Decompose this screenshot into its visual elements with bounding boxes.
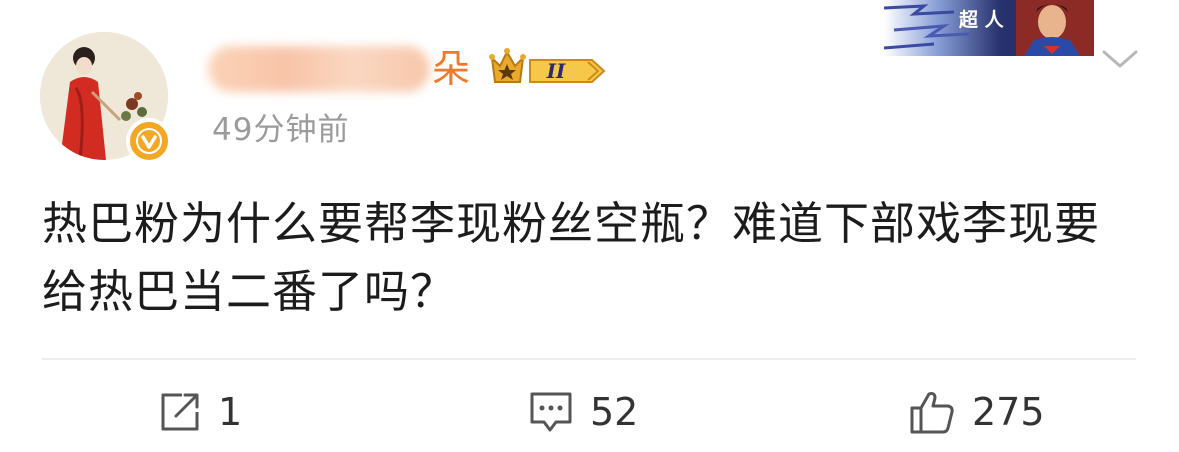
divider: [42, 358, 1136, 360]
share-icon: [161, 393, 199, 431]
member-level-badge[interactable]: II: [488, 44, 608, 90]
username-suffix[interactable]: 朵: [432, 46, 470, 92]
comment-button[interactable]: 52: [528, 386, 638, 438]
level-text: II: [546, 59, 566, 83]
post-text: 热巴粉为什么要帮李现粉丝空瓶？难道下部戏李现要给热巴当二番了吗？: [42, 197, 1101, 318]
superman-banner-image: 超 人: [884, 0, 1094, 56]
repost-button[interactable]: 1: [158, 386, 242, 438]
comment-count: 52: [590, 390, 639, 434]
verified-badge-icon: [126, 118, 172, 164]
card-decoration-banner[interactable]: 超 人: [884, 0, 1094, 56]
username-blurred[interactable]: [208, 46, 430, 92]
more-options-chevron-icon[interactable]: [1100, 46, 1140, 72]
crown-icon: II: [489, 48, 606, 83]
like-button[interactable]: 275: [908, 386, 1045, 438]
comment-icon: [530, 392, 572, 432]
thumbs-up-icon: [910, 392, 954, 434]
banner-text: 超 人: [958, 8, 1005, 31]
weibo-post-card: 朵 II 49分钟前 超 人 热巴粉为什么要帮李现粉丝空瓶？难道下部戏李现要给热…: [0, 0, 1179, 452]
post-time: 49分钟前: [212, 112, 350, 148]
repost-count: 1: [218, 390, 243, 434]
like-count: 275: [972, 390, 1045, 434]
